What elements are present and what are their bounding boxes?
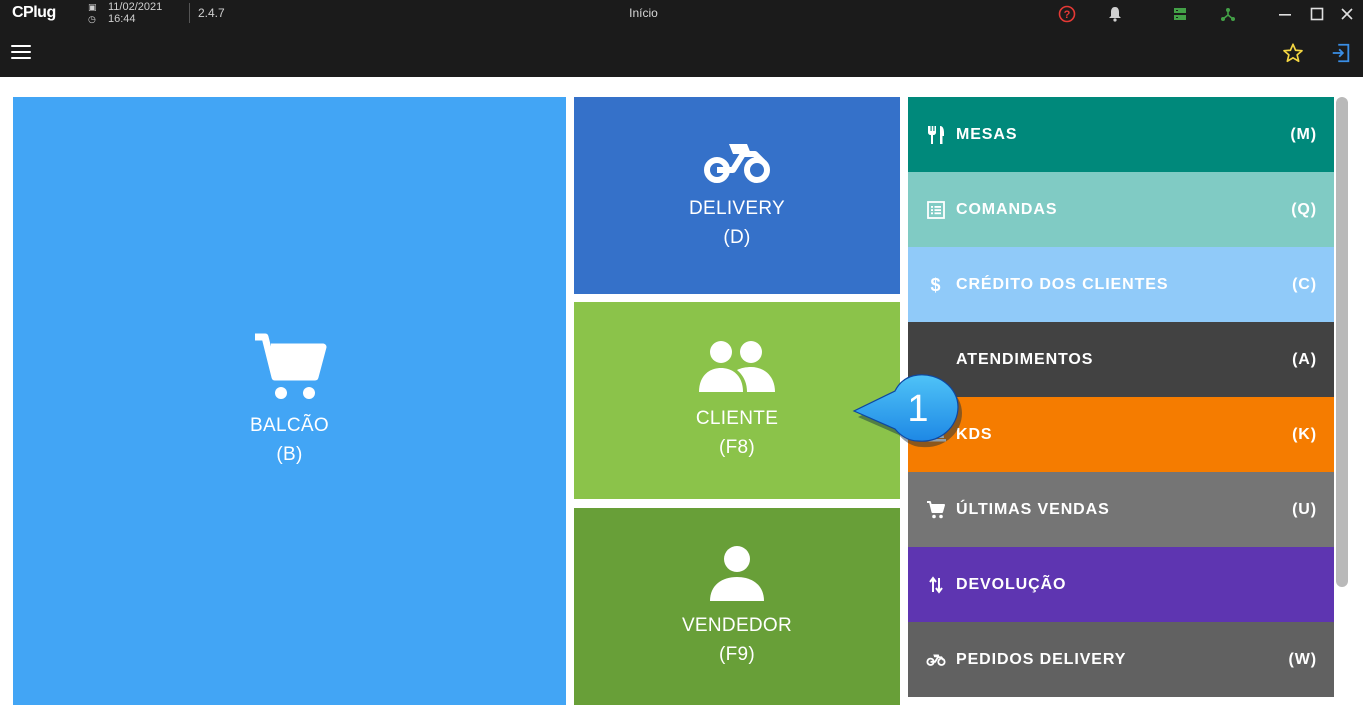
svg-text:$: $ xyxy=(931,275,942,295)
menu-item-label: CRÉDITO DOS CLIENTES xyxy=(956,275,1169,293)
tile-balcao-label: BALCÃO xyxy=(250,415,329,436)
menu-item-label: DEVOLUÇÃO xyxy=(956,575,1067,593)
app-toolbar xyxy=(0,28,1363,77)
svg-text:?: ? xyxy=(1064,9,1071,21)
window-title: Início xyxy=(629,6,658,20)
menu-item-label: ATENDIMENTOS xyxy=(956,350,1094,368)
cart-icon xyxy=(926,500,946,520)
bell-icon[interactable] xyxy=(1105,4,1125,24)
tile-vendedor[interactable]: VENDEDOR (F9) xyxy=(574,508,900,705)
main-content: BALCÃO (B) DELIVERY (D) CLIENTE (F8) VEN… xyxy=(0,77,1363,721)
swap-vertical-icon xyxy=(926,575,946,595)
cart-icon xyxy=(254,333,326,399)
callout-number: 1 xyxy=(907,388,928,430)
tile-delivery-label: DELIVERY xyxy=(688,197,786,219)
menu-item-label: COMANDAS xyxy=(956,200,1058,218)
person-icon xyxy=(710,545,764,601)
server-icon[interactable] xyxy=(1170,4,1190,24)
people-icon xyxy=(699,340,775,392)
menu-item-key: (C) xyxy=(1292,275,1317,293)
menu-item-devolucao[interactable]: DEVOLUÇÃO xyxy=(908,547,1334,622)
menu-scrollbar[interactable] xyxy=(1336,97,1348,587)
maximize-icon[interactable] xyxy=(1307,4,1327,24)
tile-vendedor-label: VENDEDOR xyxy=(681,614,793,636)
clipboard-icon xyxy=(926,350,946,370)
tile-vendedor-key: (F9) xyxy=(718,643,756,665)
menu-item-key: (Q) xyxy=(1291,200,1317,218)
callout-marker: 1 xyxy=(852,374,962,448)
menu-item-mesas[interactable]: MESAS (M) xyxy=(908,97,1334,172)
tile-delivery-key: (D) xyxy=(723,226,751,248)
motorcycle-icon xyxy=(926,650,946,670)
menu-item-key: (M) xyxy=(1290,125,1317,143)
tile-cliente-key: (F8) xyxy=(718,436,756,458)
network-icon[interactable] xyxy=(1218,4,1238,24)
tile-cliente-label: CLIENTE xyxy=(695,407,779,429)
tile-delivery[interactable]: DELIVERY (D) xyxy=(574,97,900,294)
motorcycle-icon xyxy=(704,143,770,183)
menu-item-label: PEDIDOS DELIVERY xyxy=(956,650,1127,668)
menu-item-atendimentos[interactable]: ATENDIMENTOS (A) xyxy=(908,322,1334,397)
window-titlebar: CPlug ▣ 11/02/2021 ◷ 16:44 2.4.7 Início ? xyxy=(0,0,1363,28)
menu-item-label: ÚLTIMAS VENDAS xyxy=(956,500,1110,518)
tile-balcao-key: (B) xyxy=(276,444,303,465)
menu-item-kds[interactable]: KDS (K) xyxy=(908,397,1334,472)
close-icon[interactable] xyxy=(1337,4,1357,24)
menu-item-key: (W) xyxy=(1288,650,1317,668)
shortcut-menu: MESAS (M) COMANDAS (Q) $ CRÉDITO DOS CLI… xyxy=(908,97,1334,697)
menu-item-comandas[interactable]: COMANDAS (Q) xyxy=(908,172,1334,247)
menu-item-key: (A) xyxy=(1292,350,1317,368)
list-icon xyxy=(926,200,946,220)
menu-item-key: (K) xyxy=(1292,425,1317,443)
exit-icon[interactable] xyxy=(1330,42,1352,69)
menu-item-label: MESAS xyxy=(956,125,1018,143)
menu-item-pedidos-delivery[interactable]: PEDIDOS DELIVERY (W) xyxy=(908,622,1334,697)
help-icon[interactable]: ? xyxy=(1057,4,1077,24)
menu-item-key: (U) xyxy=(1292,500,1317,518)
menu-item-ultimas-vendas[interactable]: ÚLTIMAS VENDAS (U) xyxy=(908,472,1334,547)
minimize-icon[interactable] xyxy=(1275,4,1295,24)
utensils-icon xyxy=(926,125,946,145)
star-icon[interactable] xyxy=(1282,42,1304,69)
menu-item-credito[interactable]: $ CRÉDITO DOS CLIENTES (C) xyxy=(908,247,1334,322)
menu-icon[interactable] xyxy=(11,45,31,61)
dollar-icon: $ xyxy=(926,275,946,295)
tile-balcao[interactable]: BALCÃO (B) xyxy=(13,97,566,705)
